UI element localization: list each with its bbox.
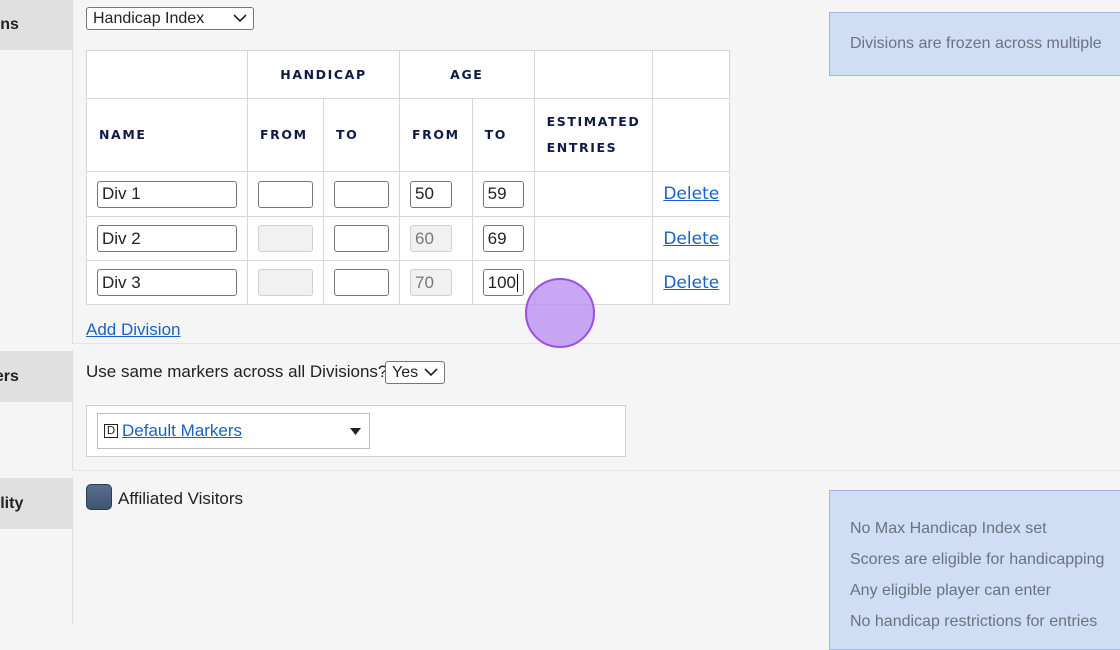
affiliated-visitors-checkbox[interactable]	[86, 484, 112, 510]
table-header-blank	[652, 98, 731, 172]
delete-link[interactable]: Delete	[663, 229, 719, 249]
table-header-handicap-from: FROM	[247, 98, 324, 172]
table-header-blank	[652, 50, 731, 99]
section-divider	[72, 470, 1120, 471]
handicap-to-input[interactable]	[334, 225, 389, 252]
division-type-value: Handicap Index	[93, 9, 205, 27]
handicap-to-input[interactable]	[334, 180, 389, 208]
divisions-section-label: ions	[0, 0, 72, 50]
delete-link[interactable]: Delete	[663, 184, 719, 204]
estimated-entries-cell	[533, 216, 654, 261]
marker-select-value[interactable]: Default Markers	[122, 421, 242, 441]
table-header-blank	[86, 50, 248, 99]
markers-section-label: kers	[0, 351, 72, 402]
add-division-link[interactable]: Add Division	[86, 320, 181, 340]
division-name-input[interactable]: Div 3	[97, 269, 237, 296]
chevron-down-icon	[233, 11, 247, 26]
table-header-age-from: FROM	[399, 98, 473, 172]
same-markers-question: Use same markers across all Divisions?	[86, 362, 388, 381]
age-from-input: 70	[410, 269, 452, 296]
divisions-table: HANDICAP AGE NAME FROM TO FROM TO ESTIMA…	[86, 50, 731, 305]
table-header-name: NAME	[86, 98, 248, 172]
table-header-age: AGE	[399, 50, 535, 99]
table-row: Div 2 60 69 Delete	[86, 216, 731, 261]
table-header-handicap: HANDICAP	[247, 50, 400, 99]
marker-doc-icon: D	[104, 424, 118, 438]
handicap-from-input	[258, 269, 313, 296]
table-header-handicap-to: TO	[323, 98, 400, 172]
table-header-blank	[533, 50, 654, 99]
eligibility-info-box: No Max Handicap Index set Scores are eli…	[829, 490, 1120, 650]
chevron-down-icon	[424, 365, 438, 380]
delete-link[interactable]: Delete	[663, 273, 719, 293]
table-row: Div 1 50 59 Delete	[86, 171, 731, 217]
eligibility-section-label: bility	[0, 478, 72, 529]
division-type-select[interactable]: Handicap Index	[86, 7, 254, 30]
table-header-age-to: TO	[471, 98, 535, 172]
age-from-input: 60	[410, 225, 452, 252]
handicap-to-input[interactable]	[334, 269, 389, 296]
section-divider	[72, 343, 1120, 344]
handicap-from-input[interactable]	[258, 180, 313, 208]
click-indicator	[525, 278, 595, 348]
info-line: Any eligible player can enter	[850, 582, 1052, 599]
info-line: No handicap restrictions for entries	[850, 613, 1098, 630]
info-line: No Max Handicap Index set	[850, 520, 1047, 537]
divisions-info-box: Divisions are frozen across multiple	[829, 12, 1120, 76]
same-markers-select[interactable]: Yes	[385, 361, 445, 384]
info-line: Scores are eligible for handicapping	[850, 551, 1105, 568]
same-markers-value: Yes	[392, 363, 419, 381]
estimated-entries-cell	[533, 171, 654, 217]
age-to-input[interactable]: 100	[482, 269, 524, 296]
age-to-input[interactable]: 59	[482, 180, 524, 208]
markers-box: D Default Markers	[86, 405, 626, 457]
table-row: Div 3 70 100 Delete	[86, 260, 731, 305]
table-header-estimated-entries: ESTIMATED ENTRIES	[533, 98, 654, 172]
caret-down-icon	[350, 422, 361, 440]
marker-select[interactable]: D Default Markers	[97, 413, 370, 449]
division-name-input[interactable]: Div 1	[97, 180, 237, 208]
divisions-info-text: Divisions are frozen across multiple	[850, 35, 1102, 52]
text-caret	[517, 273, 519, 292]
affiliated-visitors-label: Affiliated Visitors	[118, 489, 244, 508]
division-name-input[interactable]: Div 2	[97, 225, 237, 252]
handicap-from-input	[258, 225, 313, 252]
age-from-input[interactable]: 50	[410, 180, 452, 208]
age-to-input[interactable]: 69	[482, 225, 524, 252]
